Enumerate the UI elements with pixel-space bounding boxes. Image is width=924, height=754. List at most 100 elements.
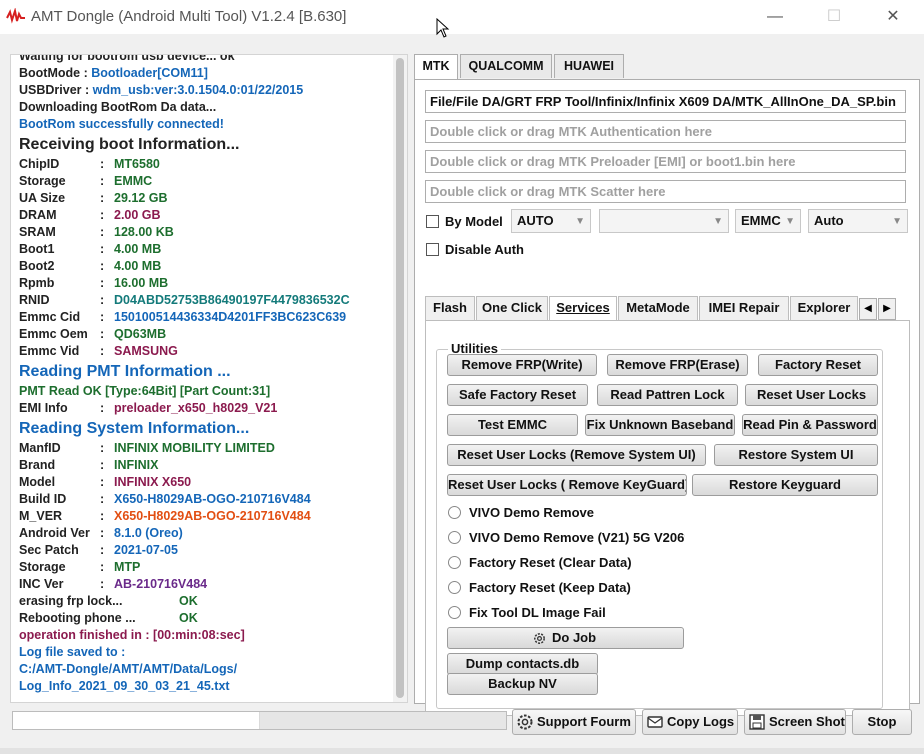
storage-combo-value: EMMC	[741, 213, 781, 228]
log-value: AB-210716V484	[114, 577, 208, 591]
fix-unknown-baseband-button[interactable]: Fix Unknown Baseband	[585, 414, 735, 436]
log-line: UA Size:29.12 GB	[19, 190, 394, 207]
model-combo-2[interactable]: ▼	[599, 209, 729, 233]
remove-frp-write-button[interactable]: Remove FRP(Write)	[447, 354, 597, 376]
log-key: INC Ver	[19, 577, 64, 591]
restore-keyguard-button[interactable]: Restore Keyguard	[692, 474, 878, 496]
copy-logs-button[interactable]: Copy Logs	[642, 709, 738, 735]
storage-combo[interactable]: EMMC ▼	[735, 209, 801, 233]
disable-auth-checkbox[interactable]	[426, 243, 439, 256]
log-line: BootRom successfully connected!	[19, 117, 224, 131]
log-value: 4.00 MB	[114, 259, 162, 273]
progress-bar	[12, 711, 507, 730]
log-key: EMI Info	[19, 401, 68, 415]
log-line: PMT Read OK [Type:64Bit] [Part Count:31]	[19, 384, 271, 398]
log-panel[interactable]: Waiting for bootrom usb device... ok Boot…	[10, 54, 408, 703]
radio-factory-reset-keep-data[interactable]	[448, 581, 461, 594]
log-value: 8.1.0 (Oreo)	[114, 526, 183, 540]
log-line: BootMode : Bootloader[COM11]	[19, 65, 394, 82]
log-key: Emmc Vid	[19, 344, 80, 358]
log-value: wdm_usb:ver:3.0.1504.0:01/22/2015	[92, 83, 304, 97]
subtab-explorer[interactable]: Explorer	[790, 296, 858, 320]
log-value: 16.00 MB	[114, 276, 169, 290]
log-scrollbar-thumb[interactable]	[396, 58, 404, 698]
auth-file-input[interactable]: Double click or drag MTK Authentication …	[425, 120, 906, 143]
support-forum-button[interactable]: Support Fourm	[512, 709, 636, 735]
log-value: QD63MB	[114, 327, 167, 341]
log-separator: :	[81, 83, 93, 97]
subtab-metamode[interactable]: MetaMode	[618, 296, 698, 320]
scatter-file-input[interactable]: Double click or drag MTK Scatter here	[425, 180, 906, 203]
log-colon: :	[100, 191, 105, 205]
chevron-down-icon: ▼	[785, 216, 795, 227]
read-pattern-lock-button[interactable]: Read Pattren Lock	[597, 384, 738, 406]
window-title: AMT Dongle (Android Multi Tool) V1.2.4 […	[31, 8, 347, 25]
test-emmc-button[interactable]: Test EMMC	[447, 414, 578, 436]
log-lines: Waiting for bootrom usb device... ok Boot…	[19, 55, 394, 695]
stop-button[interactable]: Stop	[852, 709, 912, 735]
subtab-one-click[interactable]: One Click	[476, 296, 548, 320]
factory-reset-button[interactable]: Factory Reset	[758, 354, 878, 376]
backup-nv-button[interactable]: Backup NV	[447, 673, 598, 695]
subtab-imei-repair[interactable]: IMEI Repair	[699, 296, 789, 320]
log-key: Storage	[19, 174, 66, 188]
subtab-services[interactable]: Services	[549, 296, 617, 321]
radio-factory-reset-clear-data[interactable]	[448, 556, 461, 569]
tab-mtk[interactable]: MTK	[414, 54, 458, 80]
safe-factory-reset-button[interactable]: Safe Factory Reset	[447, 384, 588, 406]
log-separator: :	[80, 66, 92, 80]
reset-user-locks-remove-system-ui-button[interactable]: Reset User Locks (Remove System UI)	[447, 444, 706, 466]
log-value: D04ABD52753B86490197F4479836532C	[114, 293, 350, 307]
window-bottom-edge	[0, 748, 924, 754]
radio-vivo-demo-remove-v21[interactable]	[448, 531, 461, 544]
minimize-button[interactable]: —	[763, 6, 787, 28]
log-line: Brand: INFINIX	[19, 457, 394, 474]
screenshot-label: Screen Shot	[769, 714, 845, 729]
log-colon: :	[100, 276, 105, 290]
da-file-input[interactable]: File/File DA/GRT FRP Tool/Infinix/Infini…	[425, 90, 906, 113]
log-line: Android Ver:8.1.0 (Oreo)	[19, 525, 394, 542]
log-line: ManfID: INFINIX MOBILITY LIMITED	[19, 440, 394, 457]
read-pin-password-button[interactable]: Read Pin & Password	[742, 414, 878, 436]
screenshot-button[interactable]: Screen Shot	[744, 709, 846, 735]
log-key: ChipID	[19, 157, 60, 171]
tab-scroll-left-icon[interactable]: ◀	[859, 298, 877, 320]
mode-combo[interactable]: Auto ▼	[808, 209, 908, 233]
radio-vivo-demo-remove[interactable]	[448, 506, 461, 519]
do-job-button[interactable]: Do Job	[447, 627, 684, 649]
log-key: DRAM	[19, 208, 57, 222]
log-colon: :	[100, 458, 105, 472]
log-line: Storage: EMMC	[19, 173, 394, 190]
log-key: M_VER	[19, 509, 63, 523]
restore-system-ui-button[interactable]: Restore System UI	[714, 444, 878, 466]
log-key: Android Ver	[19, 526, 90, 540]
log-line: SRAM:128.00 KB	[19, 224, 394, 241]
maximize-button[interactable]: ☐	[822, 6, 846, 28]
log-colon: :	[100, 401, 105, 415]
reset-user-locks-remove-keyguard-button[interactable]: Reset User Locks ( Remove KeyGuard)	[447, 474, 687, 496]
radio-fix-tool-dl-image-fail[interactable]	[448, 606, 461, 619]
close-button[interactable]: ✕	[881, 6, 905, 28]
radio-label: Fix Tool DL Image Fail	[469, 605, 606, 620]
log-line: ChipID: MT6580	[19, 156, 394, 173]
mouse-cursor-icon	[436, 18, 450, 38]
tab-huawei[interactable]: HUAWEI	[554, 54, 624, 78]
remove-frp-erase-button[interactable]: Remove FRP(Erase)	[607, 354, 748, 376]
tab-scroll-right-icon[interactable]: ▶	[878, 298, 896, 320]
model-combo[interactable]: AUTO ▼	[511, 209, 591, 233]
right-panel: MTK QUALCOMM HUAWEI File/File DA/GRT FRP…	[414, 54, 920, 716]
services-panel: Utilities Remove FRP(Write) Remove FRP(E…	[425, 320, 910, 716]
dump-contacts-button[interactable]: Dump contacts.db	[447, 653, 598, 675]
mode-combo-value: Auto	[814, 213, 844, 228]
log-scrollbar[interactable]	[393, 55, 407, 702]
log-value: MT6580	[114, 157, 160, 171]
log-line: USBDriver : wdm_usb:ver:3.0.1504.0:01/22…	[19, 82, 394, 99]
by-model-checkbox[interactable]	[426, 215, 439, 228]
reset-user-locks-button[interactable]: Reset User Locks	[745, 384, 878, 406]
tab-qualcomm[interactable]: QUALCOMM	[460, 54, 552, 78]
log-key: Sec Patch	[19, 543, 79, 557]
preloader-file-input[interactable]: Double click or drag MTK Preloader [EMI]…	[425, 150, 906, 173]
log-line: Downloading BootRom Da data...	[19, 100, 217, 114]
subtab-flash[interactable]: Flash	[425, 296, 475, 320]
log-key: Brand	[19, 458, 56, 472]
